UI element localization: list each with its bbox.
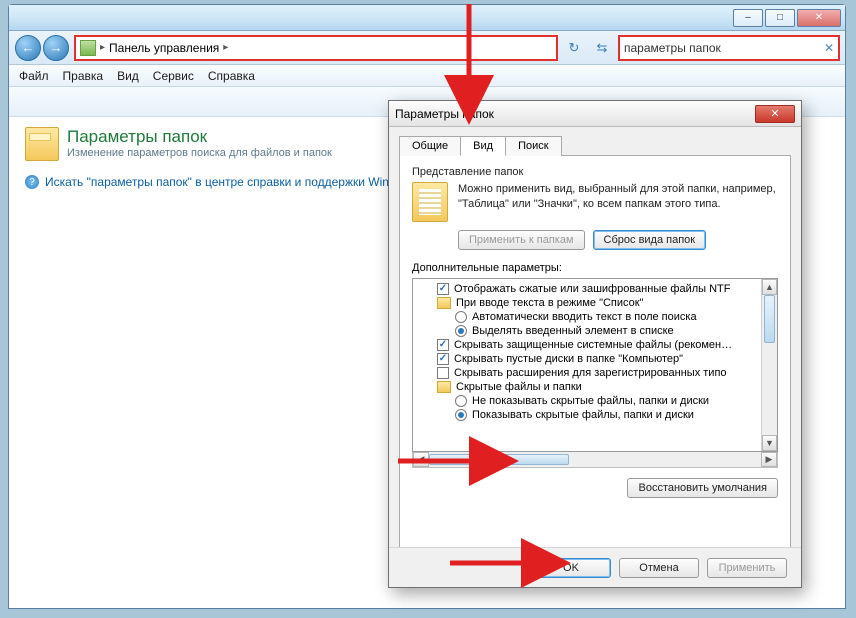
search-input[interactable]: параметры папок ✕	[619, 36, 839, 60]
vertical-scrollbar[interactable]: ▲ ▼	[761, 279, 777, 451]
radio-icon[interactable]	[455, 311, 467, 323]
item-label: Скрывать пустые диски в папке "Компьютер…	[454, 353, 683, 365]
item-label: Показывать скрытые файлы, папки и диски	[472, 409, 694, 421]
checkbox-icon[interactable]	[437, 367, 449, 379]
checkbox-icon[interactable]	[437, 353, 449, 365]
item-label: Не показывать скрытые файлы, папки и дис…	[472, 395, 709, 407]
split-button[interactable]: ⇆	[591, 37, 613, 59]
page-subtitle: Изменение параметров поиска для файлов и…	[67, 147, 332, 159]
page-title: Параметры папок	[67, 127, 332, 147]
item-label: При вводе текста в режиме "Список"	[456, 297, 643, 309]
menu-view[interactable]: Вид	[117, 69, 139, 83]
item-label: Скрывать расширения для зарегистрированн…	[454, 367, 727, 379]
scroll-thumb[interactable]	[429, 454, 569, 465]
list-item: При вводе текста в режиме "Список"	[417, 296, 775, 310]
item-label: Отображать сжатые или зашифрованные файл…	[454, 283, 730, 295]
representation-text: Можно применить вид, выбранный для этой …	[458, 182, 778, 222]
horizontal-scrollbar[interactable]: ◀ ▶	[412, 452, 778, 468]
tab-strip: Общие Вид Поиск	[389, 127, 801, 155]
scroll-right-icon[interactable]: ▶	[761, 452, 777, 467]
menu-edit[interactable]: Правка	[63, 69, 104, 83]
dialog-close-button[interactable]: ✕	[755, 105, 795, 123]
refresh-button[interactable]: ↻	[563, 37, 585, 59]
radio-icon[interactable]	[455, 409, 467, 421]
titlebar: – □ ✕	[9, 5, 845, 31]
forward-button[interactable]: →	[43, 35, 69, 61]
reset-folder-view-button[interactable]: Сброс вида папок	[593, 230, 707, 250]
cancel-button[interactable]: Отмена	[619, 558, 699, 578]
list-item[interactable]: Не показывать скрытые файлы, папки и дис…	[417, 394, 775, 408]
scroll-thumb[interactable]	[764, 295, 775, 343]
minimize-button[interactable]: –	[733, 9, 763, 27]
ok-button[interactable]: OK	[531, 558, 611, 578]
radio-icon[interactable]	[455, 395, 467, 407]
dialog-titlebar: Параметры папок ✕	[389, 101, 801, 127]
scroll-up-icon[interactable]: ▲	[762, 279, 777, 295]
scroll-down-icon[interactable]: ▼	[762, 435, 777, 451]
search-value: параметры папок	[624, 41, 721, 55]
menu-tools[interactable]: Сервис	[153, 69, 194, 83]
item-label: Автоматически вводить текст в поле поиск…	[472, 311, 697, 323]
menu-bar: Файл Правка Вид Сервис Справка	[9, 65, 845, 87]
item-label: Скрытые файлы и папки	[456, 381, 582, 393]
maximize-button[interactable]: □	[765, 9, 795, 27]
control-panel-icon	[80, 40, 96, 56]
nav-bar: ← → ▸ Панель управления ▸ ↻ ⇆ параметры …	[9, 31, 845, 65]
apply-to-folders-button: Применить к папкам	[458, 230, 585, 250]
help-icon: ?	[25, 175, 39, 189]
list-item[interactable]: Выделять введенный элемент в списке	[417, 324, 775, 338]
tab-view[interactable]: Вид	[460, 136, 506, 156]
menu-file[interactable]: Файл	[19, 69, 49, 83]
chevron-right-icon: ▸	[100, 42, 105, 53]
menu-help[interactable]: Справка	[208, 69, 255, 83]
folder-view-icon	[412, 182, 448, 222]
checkbox-icon[interactable]	[437, 283, 449, 295]
group-representation: Представление папок	[412, 166, 778, 178]
scroll-left-icon[interactable]: ◀	[413, 452, 429, 467]
tab-general[interactable]: Общие	[399, 136, 461, 156]
list-item[interactable]: Показывать скрытые файлы, папки и диски	[417, 408, 775, 422]
tab-panel-view: Представление папок Можно применить вид,…	[399, 155, 791, 551]
list-item: Скрытые файлы и папки	[417, 380, 775, 394]
advanced-label: Дополнительные параметры:	[412, 262, 778, 274]
item-label: Скрывать защищенные системные файлы (рек…	[454, 339, 732, 351]
dialog-footer: OK Отмена Применить	[389, 547, 801, 587]
list-item[interactable]: Скрывать расширения для зарегистрированн…	[417, 366, 775, 380]
breadcrumb-item[interactable]: Панель управления	[109, 41, 219, 55]
advanced-settings-list[interactable]: Отображать сжатые или зашифрованные файл…	[412, 278, 778, 452]
folder-icon	[437, 297, 451, 309]
radio-icon[interactable]	[455, 325, 467, 337]
folder-options-icon	[25, 127, 59, 161]
help-link-text: Искать "параметры папок" в центре справк…	[45, 175, 389, 189]
dialog-title: Параметры папок	[395, 107, 494, 121]
list-item[interactable]: Скрывать защищенные системные файлы (рек…	[417, 338, 775, 352]
restore-defaults-button[interactable]: Восстановить умолчания	[627, 478, 778, 498]
close-button[interactable]: ✕	[797, 9, 841, 27]
list-item[interactable]: Отображать сжатые или зашифрованные файл…	[417, 282, 775, 296]
back-button[interactable]: ←	[15, 35, 41, 61]
checkbox-icon[interactable]	[437, 339, 449, 351]
chevron-right-icon: ▸	[223, 42, 228, 53]
folder-icon	[437, 381, 451, 393]
list-item[interactable]: Автоматически вводить текст в поле поиск…	[417, 310, 775, 324]
address-bar[interactable]: ▸ Панель управления ▸	[75, 36, 557, 60]
list-item[interactable]: Скрывать пустые диски в папке "Компьютер…	[417, 352, 775, 366]
clear-search-icon[interactable]: ✕	[824, 41, 834, 55]
item-label: Выделять введенный элемент в списке	[472, 325, 674, 337]
apply-button: Применить	[707, 558, 787, 578]
folder-options-dialog: Параметры папок ✕ Общие Вид Поиск Предст…	[388, 100, 802, 588]
tab-search[interactable]: Поиск	[505, 136, 561, 156]
